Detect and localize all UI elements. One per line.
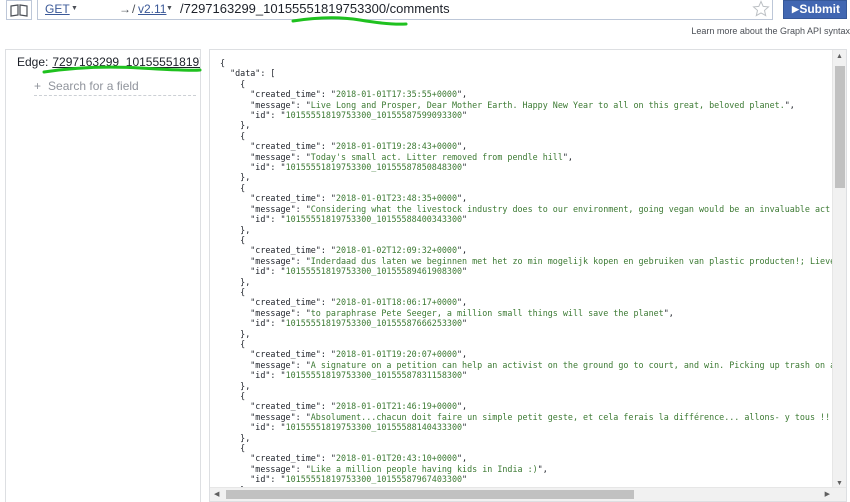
comment-object: { "created_time": "2018-01-01T18:06:17+0…	[240, 286, 674, 339]
comment-object: { "created_time": "2018-01-01T23:48:35+0…	[220, 183, 847, 235]
comment-created-time: 2018-01-01T19:28:43+0000	[335, 141, 457, 152]
comment-object: { "created_time": "2018-01-01T17:35:55+0…	[240, 78, 795, 131]
horizontal-scroll-thumb[interactable]	[226, 490, 634, 499]
comment-created-time: 2018-01-02T12:09:32+0000	[335, 245, 457, 256]
comment-id: 10155551819753300_10155587850848300	[285, 162, 463, 173]
comment-created-time: 2018-01-01T19:20:07+0000	[335, 349, 457, 360]
learn-more-link[interactable]: Learn more about the Graph API syntax	[691, 26, 850, 36]
query-path[interactable]: /7297163299_10155551819753300/comments	[180, 0, 450, 18]
add-icon: +	[34, 79, 42, 93]
edge-row: Edge:7297163299_10155551819753300	[17, 55, 200, 69]
comment-message: Absolument...chacun doit faire un simple…	[310, 411, 836, 422]
query-input[interactable]: GET ▼ → / v2.11 ▼ /7297163299_1015555181…	[37, 0, 773, 20]
submit-button[interactable]: ▶ Submit	[783, 0, 847, 19]
comment-id: 10155551819753300_10155587967403300	[285, 474, 463, 485]
edge-link[interactable]: 7297163299_10155551819753300	[52, 55, 200, 69]
horizontal-scrollbar[interactable]: ◀ ▶	[210, 487, 846, 501]
comment-created-time: 2018-01-01T17:35:55+0000	[335, 89, 457, 100]
edge-label: Edge:	[17, 55, 49, 69]
comment-id: 10155551819753300_10155587666253300	[285, 318, 463, 329]
search-field-placeholder: Search for a field	[48, 79, 139, 93]
comment-message: to paraphrase Pete Seeger, a million sma…	[310, 307, 664, 318]
scroll-down-icon[interactable]: ▼	[836, 480, 843, 487]
comment-created-time: 2018-01-01T20:43:10+0000	[335, 453, 457, 464]
method-dropdown-icon[interactable]: ▼	[71, 0, 78, 18]
comment-id: 10155551819753300_10155587599093300	[285, 110, 463, 121]
search-field-input[interactable]: + Search for a field	[34, 79, 196, 96]
comment-message: Considering what the livestock industry …	[310, 203, 847, 214]
arrow-separator: →	[119, 2, 131, 16]
comment-object: { "created_time": "2018-01-01T19:20:07+0…	[220, 339, 847, 391]
json-data-key: "data": [	[230, 68, 276, 79]
json-response: { "data": [ { "created_time": "2018-01-0…	[220, 58, 847, 495]
comment-id: 10155551819753300_10155588140433300	[285, 422, 463, 433]
comment-object: { "created_time": "2018-01-01T19:28:43+0…	[240, 130, 573, 183]
comment-created-time: 2018-01-01T21:46:19+0000	[335, 401, 457, 412]
comment-created-time: 2018-01-01T23:48:35+0000	[335, 193, 457, 204]
comment-object: { "created_time": "2018-01-02T12:09:32+0…	[220, 235, 847, 287]
response-panel: { "data": [ { "created_time": "2018-01-0…	[209, 49, 847, 502]
scroll-left-icon[interactable]: ◀	[214, 490, 219, 498]
comment-message: A signature on a petition can help an ac…	[310, 359, 847, 370]
comment-created-time: 2018-01-01T18:06:17+0000	[335, 297, 457, 308]
scroll-up-icon[interactable]: ▲	[836, 53, 843, 60]
method-select[interactable]: GET	[45, 0, 70, 18]
book-icon[interactable]	[6, 0, 32, 20]
version-dropdown-icon[interactable]: ▼	[166, 0, 173, 18]
comment-message: Today's small act. Litter removed from p…	[310, 151, 563, 162]
version-select[interactable]: v2.11	[138, 0, 166, 18]
comment-id: 10155551819753300_10155588400343300	[285, 214, 463, 225]
comment-message: Like a million people having kids in Ind…	[310, 463, 538, 474]
field-panel: Edge:7297163299_10155551819753300 + Searc…	[5, 49, 201, 502]
comment-object: { "created_time": "2018-01-01T21:46:19+0…	[240, 391, 845, 443]
comments-list: { "created_time": "2018-01-01T17:35:55+0…	[220, 78, 847, 495]
comment-message: Inderdaad dus laten we beginnen met het …	[310, 255, 847, 266]
submit-label: Submit	[799, 2, 840, 16]
comment-id: 10155551819753300_10155589461908300	[285, 266, 463, 277]
star-icon[interactable]	[752, 0, 770, 18]
json-open-brace: {	[220, 58, 226, 68]
comment-message: Live Long and Prosper, Dear Mother Earth…	[310, 99, 785, 110]
query-bar: GET ▼ → / v2.11 ▼ /7297163299_1015555181…	[0, 0, 850, 44]
vertical-scroll-thumb[interactable]	[835, 66, 845, 188]
vertical-scrollbar[interactable]: ▲ ▼	[832, 50, 846, 489]
scroll-right-icon[interactable]: ▶	[825, 490, 830, 498]
path-slash: /	[132, 2, 136, 16]
submit-arrow-icon: ▶	[792, 4, 799, 14]
comment-id: 10155551819753300_10155587831158300	[285, 370, 463, 381]
